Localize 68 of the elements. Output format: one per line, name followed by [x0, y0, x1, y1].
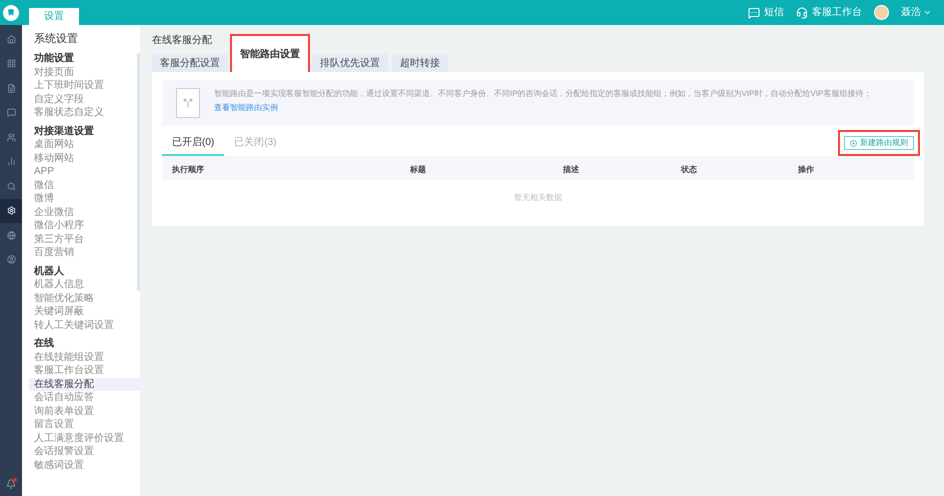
page-title: 在线客服分配 — [152, 34, 213, 48]
message-icon — [748, 6, 760, 18]
section-heading: 机器人 — [34, 264, 65, 278]
tooth-logo-icon — [3, 4, 19, 20]
caret-icon — [923, 8, 932, 17]
sidebar-item[interactable]: 微博 — [29, 192, 140, 206]
settings-nav-button[interactable] — [0, 198, 22, 223]
tab[interactable]: 智能路由设置 — [232, 36, 308, 72]
headset-icon — [796, 6, 808, 18]
sidebar-item[interactable]: 人工满意度评价设置 — [29, 432, 140, 445]
grid-icon — [6, 59, 16, 68]
settings-tab[interactable]: 设置 — [29, 8, 79, 25]
column-header: 状态 — [681, 165, 697, 174]
empty-message: 暂无相关数据 — [514, 192, 562, 204]
sidebar-item[interactable]: 桌面网站 — [29, 138, 140, 152]
plus-icon — [850, 140, 857, 146]
user-icon — [6, 255, 16, 264]
column-header: 执行顺序 — [172, 165, 204, 174]
tab[interactable]: 超时转接 — [392, 54, 448, 72]
chart-icon — [6, 157, 16, 166]
tab[interactable]: 排队优先设置 — [312, 54, 388, 72]
sidebar-item[interactable]: 会话报警设置 — [29, 445, 140, 458]
sidebar-item[interactable]: 上下班时间设置 — [29, 79, 140, 92]
column-header: 描述 — [563, 165, 579, 174]
sidebar-item[interactable]: 客服工作台设置 — [29, 364, 140, 378]
sidebar-item[interactable]: 会话自动应答 — [29, 391, 140, 404]
sidebar-item[interactable]: 对接页面 — [29, 66, 140, 79]
search-icon — [6, 182, 16, 191]
sidebar-item[interactable]: 移动网站 — [29, 152, 140, 165]
sidebar-item[interactable]: 企业微信 — [29, 206, 140, 219]
sidebar-item[interactable]: 询前表单设置 — [29, 404, 140, 418]
sidebar-item[interactable]: 关键词屏蔽 — [29, 305, 140, 318]
user-avatar — [874, 5, 889, 20]
sidebar-item[interactable]: APP — [29, 165, 140, 178]
home-icon — [6, 34, 16, 44]
section-heading: 功能设置 — [34, 52, 75, 66]
sidebar-item[interactable]: 敏感词设置 — [29, 458, 140, 472]
sidebar-item[interactable]: 机器人信息 — [29, 278, 140, 292]
section-heading: 对接渠道设置 — [34, 124, 95, 138]
sidebar-item[interactable]: 微信 — [29, 178, 140, 192]
column-header: 标题 — [410, 165, 426, 174]
users-icon — [6, 132, 16, 142]
section-heading: 在线 — [34, 337, 55, 350]
intro-text: 智能路由是一项实现客服智能分配的功能，通过设置不同渠道、不同客户身份、不同IP的咨询会话，分配给指定的客服或技能组；例如，当客户级别为VIP时，自动分配给VIP客服组接待； — [214, 88, 872, 99]
sidebar-item[interactable]: 在线技能组设置 — [29, 350, 140, 364]
tab[interactable]: 客服分配设置 — [152, 54, 228, 72]
sidebar-item[interactable]: 第三方平台 — [29, 232, 140, 246]
column-header: 操作 — [798, 165, 814, 174]
settings-icon — [6, 206, 16, 216]
example-link[interactable]: 查看智能路由实例 — [214, 102, 278, 114]
sms-link[interactable]: 短信 — [748, 5, 784, 20]
sidebar-item[interactable]: 智能优化策略 — [29, 292, 140, 305]
document-icon — [6, 84, 16, 93]
sidebar-title: 系统设置 — [34, 32, 79, 46]
workbench-link[interactable]: 客服工作台 — [796, 5, 862, 20]
sidebar-item[interactable]: 留言设置 — [29, 418, 140, 432]
sidebar-item[interactable]: 自定义字段 — [29, 92, 140, 106]
sidebar-item[interactable]: 转人工关键词设置 — [29, 318, 140, 332]
globe-icon — [6, 230, 16, 240]
routing-diagram-icon — [176, 88, 200, 118]
user-menu[interactable]: 聂浩 — [901, 5, 932, 20]
chat-icon — [6, 108, 16, 118]
sidebar-item[interactable]: 百度营销 — [29, 246, 140, 260]
sidebar-item[interactable]: 在线客服分配 — [29, 378, 140, 391]
sidebar-item[interactable]: 微信小程序 — [29, 219, 140, 232]
bell-icon — [6, 479, 16, 489]
sidebar-item[interactable]: 客服状态自定义 — [29, 106, 140, 120]
status-tab[interactable]: 已关闭(3) — [224, 130, 286, 156]
